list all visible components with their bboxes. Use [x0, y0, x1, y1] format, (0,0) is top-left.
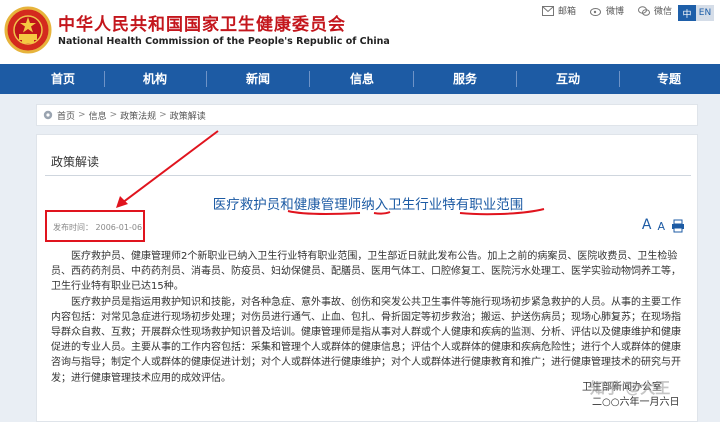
- article-title: 医疗救护员和健康管理师纳入卫生行业特有职业范围: [212, 197, 524, 213]
- breadcrumb-separator: >: [159, 110, 167, 120]
- weibo-icon: [589, 7, 601, 16]
- breadcrumb: 首页 > 信息 > 政策法规 > 政策解读: [36, 104, 698, 126]
- nav-separator: [206, 71, 207, 87]
- nav-item-organization[interactable]: 机构: [143, 64, 167, 94]
- wechat-link-label: 微信: [653, 7, 672, 17]
- breadcrumb-item-info[interactable]: 信息: [89, 109, 107, 122]
- mail-link[interactable]: 邮箱: [541, 4, 576, 17]
- article-paragraph: 医疗救护员、健康管理师2个新职业已纳入卫生行业特有职业范围，卫生部近日就此发布公…: [51, 251, 681, 293]
- mail-link-label: 邮箱: [557, 7, 576, 17]
- wechat-link[interactable]: 微信: [637, 4, 672, 17]
- site-header: 中华人民共和国国家卫生健康委员会 National Health Commiss…: [0, 0, 720, 64]
- breadcrumb-item-policy[interactable]: 政策法规: [120, 109, 156, 122]
- section-divider: [45, 175, 691, 176]
- nav-separator: [309, 71, 310, 87]
- weibo-link[interactable]: 微博: [589, 4, 624, 17]
- nav-item-topics[interactable]: 专题: [657, 64, 681, 94]
- article-paragraph: 医疗救护员是指运用救护知识和技能，对各种急症、意外事故、创伤和突发公共卫生事件等…: [51, 296, 681, 384]
- main-nav: 首页 机构 新闻 信息 服务 互动 专题: [0, 64, 720, 94]
- site-title-en[interactable]: National Health Commission of the People…: [58, 36, 390, 47]
- location-icon: [43, 110, 53, 120]
- watermark: 知乎 @大王: [590, 379, 671, 397]
- article-body: 医疗救护员、健康管理师2个新职业已纳入卫生行业特有职业范围，卫生部近日就此发布公…: [51, 249, 685, 386]
- nav-item-services[interactable]: 服务: [453, 64, 477, 94]
- nav-item-interaction[interactable]: 互动: [556, 64, 580, 94]
- section-title: 政策解读: [51, 155, 100, 169]
- breadcrumb-separator: >: [109, 110, 118, 120]
- nav-separator: [413, 71, 414, 87]
- weibo-link-label: 微博: [605, 7, 624, 17]
- nav-item-info[interactable]: 信息: [350, 64, 374, 94]
- language-switch: 中 EN: [678, 5, 714, 21]
- national-emblem-icon[interactable]: [4, 6, 52, 54]
- print-icon[interactable]: [671, 219, 685, 233]
- wechat-icon: [637, 5, 650, 16]
- publish-date: 发布时间： 2006-01-06: [53, 223, 143, 232]
- lang-en-button[interactable]: EN: [696, 5, 714, 21]
- mail-icon: [541, 5, 554, 16]
- nav-item-home[interactable]: 首页: [51, 64, 75, 94]
- font-smaller-button[interactable]: A: [657, 220, 665, 233]
- breadcrumb-item-interpretation[interactable]: 政策解读: [170, 109, 206, 122]
- lang-cn-button[interactable]: 中: [678, 5, 696, 21]
- nav-separator: [619, 71, 620, 87]
- breadcrumb-separator: >: [78, 110, 86, 120]
- nav-separator: [516, 71, 517, 87]
- site-title-cn[interactable]: 中华人民共和国国家卫生健康委员会: [58, 10, 346, 35]
- nav-item-news[interactable]: 新闻: [246, 64, 270, 94]
- top-links: 邮箱 微博 微信: [541, 4, 672, 17]
- breadcrumb-item-home[interactable]: 首页: [57, 109, 75, 122]
- nav-separator: [104, 71, 105, 87]
- font-size-controls: A A: [642, 217, 685, 233]
- font-larger-button[interactable]: A: [642, 217, 652, 233]
